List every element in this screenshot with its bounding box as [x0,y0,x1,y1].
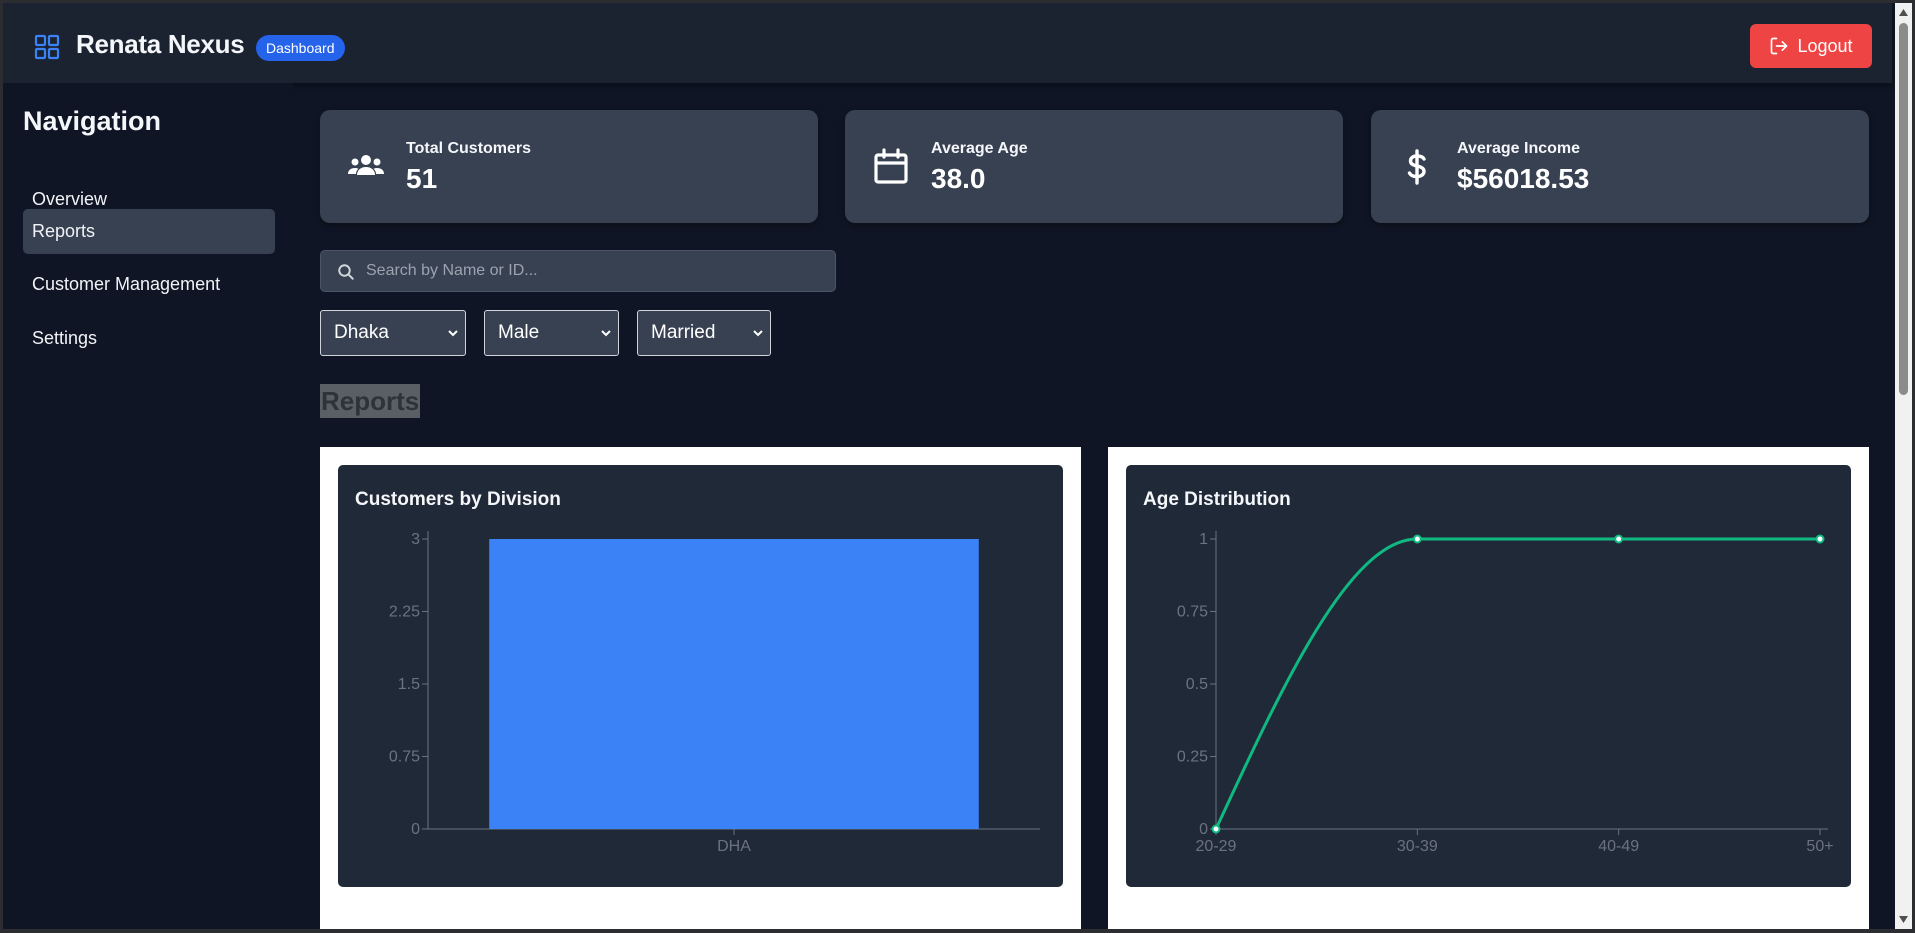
stat-label: Total Customers [406,140,532,157]
x-tick-label: 30-39 [1397,838,1438,855]
x-tick-label: DHA [717,838,751,855]
dashboard-badge: Dashboard [256,35,345,61]
y-tick-label: 0.25 [1177,749,1208,766]
stat-value: 38.0 [931,163,986,194]
users-icon [348,155,384,175]
sidebar-item-reports[interactable]: Reports [23,209,275,254]
sidebar-title: Navigation [23,106,162,136]
chevron-down-icon [753,330,763,337]
x-tick-label: 20-29 [1196,838,1237,855]
logout-button[interactable]: Logout [1750,24,1872,68]
data-point [1614,534,1624,544]
y-tick-label: 0 [1199,821,1208,838]
scroll-up-arrow-icon[interactable] [1898,7,1909,18]
stat-label: Average Age [931,140,1028,157]
scroll-down-arrow-icon[interactable] [1898,914,1909,925]
marital-status-select[interactable]: Married [637,310,771,356]
y-tick-label: 0.5 [1186,676,1208,693]
stat-card-average-age: Average Age 38.0 [845,110,1343,223]
y-tick-label: 1 [1199,531,1208,548]
series-line [1214,537,1820,830]
chevron-down-icon [601,330,611,337]
gender-select-value: Male [498,322,540,343]
top-header: Renata Nexus Dashboard Logout [3,3,1892,83]
y-tick-label: 1.5 [398,676,420,693]
chart-card-age-distribution: 0 0.25 0.5 0.75 1 20-29 30-39 40-49 50+ Age Dist… [1108,447,1869,929]
chevron-down-icon [448,330,458,337]
stat-value: $56018.53 [1457,163,1590,194]
chart-title: Age Distribution [1143,489,1291,510]
app-title: Renata Nexus [76,29,245,59]
gender-select[interactable]: Male [484,310,619,356]
y-tick-label: 2.25 [389,604,420,621]
y-tick-label: 3 [411,531,420,548]
stat-value: 51 [406,163,438,194]
stat-card-total-customers: Total Customers 51 [320,110,818,223]
scrollbar-thumb[interactable] [1899,23,1908,395]
marital-status-select-value: Married [651,322,716,343]
sidebar: Navigation Overview Reports Customer Man… [3,83,293,929]
dollar-icon [1407,149,1426,185]
chart-card-customers-by-division: 0 0.75 1.5 2.25 3 DHA Customers by Division [320,447,1081,929]
x-tick-label: 40-49 [1598,838,1639,855]
line-chart: 0 0.25 0.5 0.75 1 20-29 30-39 40-49 50+ [1177,531,1834,855]
calendar-icon [874,148,908,184]
grid-icon [34,34,60,60]
division-select[interactable]: Dhaka [320,310,466,356]
vertical-scrollbar[interactable] [1895,3,1912,929]
search-icon [338,264,354,280]
bar-chart: 0 0.75 1.5 2.25 3 DHA [389,531,1040,855]
bar [489,539,979,829]
chart-title: Customers by Division [355,489,561,510]
division-select-value: Dhaka [334,322,389,343]
data-point [1815,534,1825,544]
data-point [1211,824,1221,834]
logout-label: Logout [1797,35,1853,56]
sidebar-item-settings[interactable]: Settings [23,316,275,361]
sidebar-item-customer-management[interactable]: Customer Management [23,262,275,307]
logout-icon [1771,37,1788,55]
data-point [1412,534,1422,544]
y-tick-label: 0.75 [389,749,420,766]
stat-label: Average Income [1457,140,1581,157]
search-box [320,250,836,292]
stat-card-average-income: Average Income $56018.53 [1371,110,1869,223]
x-tick-label: 50+ [1806,838,1833,855]
chart-panel: 0 0.25 0.5 0.75 1 20-29 30-39 40-49 50+ Age Dist… [1126,465,1851,887]
chart-panel: 0 0.75 1.5 2.25 3 DHA Customers by Division [338,465,1063,887]
y-tick-label: 0 [411,821,420,838]
section-title: Reports [320,384,421,418]
search-input[interactable] [366,251,826,291]
y-tick-label: 0.75 [1177,604,1208,621]
